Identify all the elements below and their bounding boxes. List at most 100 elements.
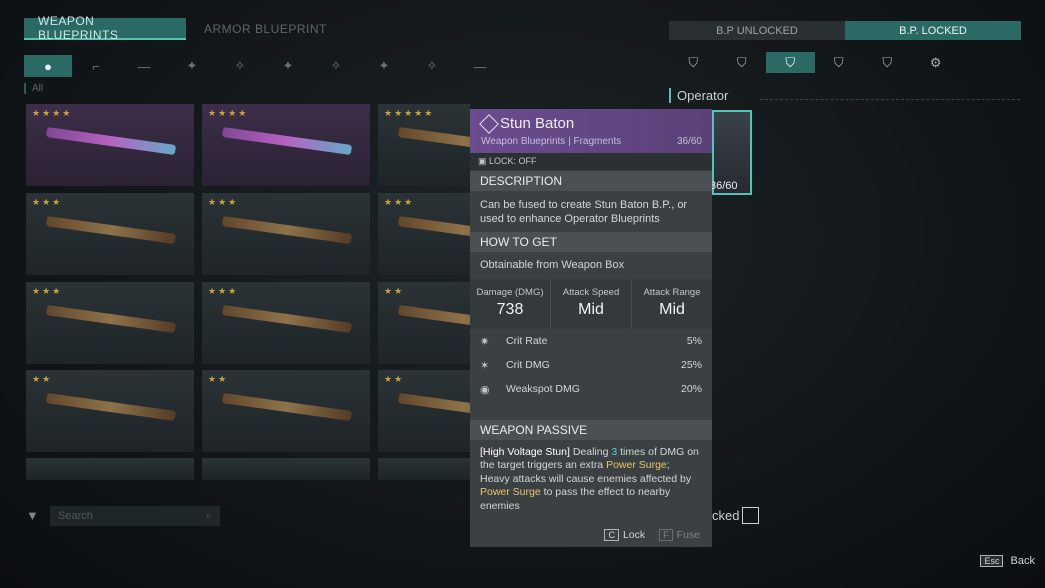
weakspot-icon: ◉ [480,383,490,396]
crit-dmg-row: ✶ Crit DMG 25% [470,353,712,377]
blueprint-icon [479,114,499,134]
tooltip-count: 36/60 [676,136,702,147]
weapon-card[interactable]: ★★★★★ [378,104,470,186]
rarity-stars: ★★ [384,374,405,384]
category-other-icon[interactable]: — [456,55,504,77]
weapon-passive-header: WEAPON PASSIVE [470,420,712,440]
rarity-stars: ★★★ [208,197,239,207]
show-locked-label: cked [712,508,740,523]
bp-unlocked-tab[interactable]: B.P UNLOCKED [669,21,845,40]
weapon-card[interactable]: ★★ [378,282,470,364]
category-rifle-icon[interactable]: — [120,55,168,77]
fuse-button-label: Fuse [676,529,700,541]
rarity-stars: ★★ [384,286,405,296]
stat-damage-label: Damage (DMG) [476,287,544,298]
tooltip-header: Stun Baton Weapon Blueprints | Fragments… [470,109,712,153]
weapon-card[interactable]: ★★★ [26,193,194,275]
weapon-card-partial[interactable] [378,458,470,480]
item-tooltip: Stun Baton Weapon Blueprints | Fragments… [470,109,712,547]
class-6-icon[interactable]: ⚙ [912,52,961,73]
class-operator-icon[interactable]: ⛉ [766,52,815,73]
passive-keyword-2: Power Surge [480,486,541,499]
search-placeholder: Search [58,510,93,522]
class-1-icon[interactable]: ⛉ [669,52,718,73]
weapon-image [397,305,470,333]
weakspot-dmg-row: ◉ Weakspot DMG 20% [470,377,712,401]
search-input[interactable]: Search ⌕ [50,506,220,526]
weapon-image [397,216,470,244]
class-5-icon[interactable]: ⛉ [863,52,912,73]
description-text: Can be fused to create Stun Baton B.P., … [480,199,688,225]
tooltip-title: Stun Baton [500,115,575,132]
tooltip-actions: C Lock F Fuse [470,523,712,547]
rarity-stars: ★★★ [208,286,239,296]
tooltip-subtitle: Weapon Blueprints | Fragments [481,136,622,147]
rarity-stars: ★★★ [32,197,63,207]
operator-label: Operator [669,88,728,103]
stat-attack-range-value: Mid [659,301,685,318]
category-pistol-icon[interactable]: ⌐ [72,55,120,77]
how-to-get-header: HOW TO GET [470,232,712,252]
passive-text-1: Dealing [569,446,612,458]
search-icon: ⌕ [205,509,212,522]
category-sniper-icon[interactable]: ✦ [264,55,312,77]
lock-button[interactable]: C Lock [604,529,645,541]
lock-key: C [604,529,619,541]
show-locked-checkbox[interactable] [742,507,759,524]
rarity-stars: ★★★★★ [384,108,435,118]
category-melee-icon[interactable]: ✧ [408,55,456,77]
category-row: ● ⌐ — ✦ ✧ ✦ ✧ ✦ ✧ — [24,55,504,77]
tab-armor-blueprint[interactable]: ARMOR BLUEPRINT [190,18,341,40]
fuse-key: F [659,529,673,541]
weapon-card[interactable]: ★★★ [378,193,470,275]
weapon-card[interactable]: ★★ [202,370,370,452]
rarity-stars: ★★★★ [208,108,249,118]
crit-rate-label: Crit Rate [506,335,548,347]
description-header: DESCRIPTION [470,171,712,191]
tab-weapon-blueprints[interactable]: WEAPON BLUEPRINTS [24,14,186,42]
category-smg-icon[interactable]: ✦ [168,55,216,77]
category-lmg-icon[interactable]: ✧ [312,55,360,77]
crit-dmg-icon: ✶ [480,359,490,372]
filter-icon[interactable]: ▼ [26,508,39,523]
weakspot-dmg-value: 20% [680,383,702,395]
stat-attack-speed-label: Attack Speed [562,287,620,298]
crit-rate-value: 5% [686,335,702,347]
rarity-stars: ★★★★ [32,108,73,118]
class-icon-row: ⛉ ⛉ ⛉ ⛉ ⛉ ⚙ [669,52,960,73]
rarity-stars: ★★ [32,374,53,384]
weapon-image [221,305,353,333]
weapon-card[interactable]: ★★★ [202,282,370,364]
category-bow-icon[interactable]: ✦ [360,55,408,77]
weapon-card[interactable]: ★★ [378,370,470,452]
passive-name: [High Voltage Stun] [480,446,570,458]
stat-damage: Damage (DMG) 738 [470,279,551,329]
category-shotgun-icon[interactable]: ✧ [216,55,264,77]
weapon-image [45,127,177,155]
weapon-card-partial[interactable] [202,458,370,480]
lock-state-text: LOCK: OFF [489,156,537,166]
class-4-icon[interactable]: ⛉ [815,52,864,73]
weapon-card[interactable]: ★★ [26,370,194,452]
category-all-icon[interactable]: ● [24,55,72,77]
weapon-card[interactable]: ★★★★ [202,104,370,186]
fuse-button[interactable]: F Fuse [659,529,700,541]
filter-all-label: All [24,83,43,94]
bp-locked-tab[interactable]: B.P. LOCKED [845,21,1021,40]
crit-rate-row: ✷ Crit Rate 5% [470,329,712,353]
weapon-card[interactable]: ★★★★ [26,104,194,186]
weapon-image [397,393,470,421]
rarity-stars: ★★★ [384,197,415,207]
lock-state: ▣ LOCK: OFF [470,153,712,170]
weapon-card[interactable]: ★★★ [26,282,194,364]
stat-attack-speed-value: Mid [578,301,604,318]
rarity-stars: ★★ [208,374,229,384]
crit-dmg-label: Crit DMG [506,359,550,371]
esc-key: Esc [980,555,1004,567]
back-button[interactable]: Esc Back [980,555,1035,567]
lock-button-label: Lock [622,529,646,541]
passive-keyword-1: Power Surge [606,459,667,472]
weapon-card-partial[interactable] [26,458,194,480]
weapon-card[interactable]: ★★★ [202,193,370,275]
class-2-icon[interactable]: ⛉ [718,52,767,73]
